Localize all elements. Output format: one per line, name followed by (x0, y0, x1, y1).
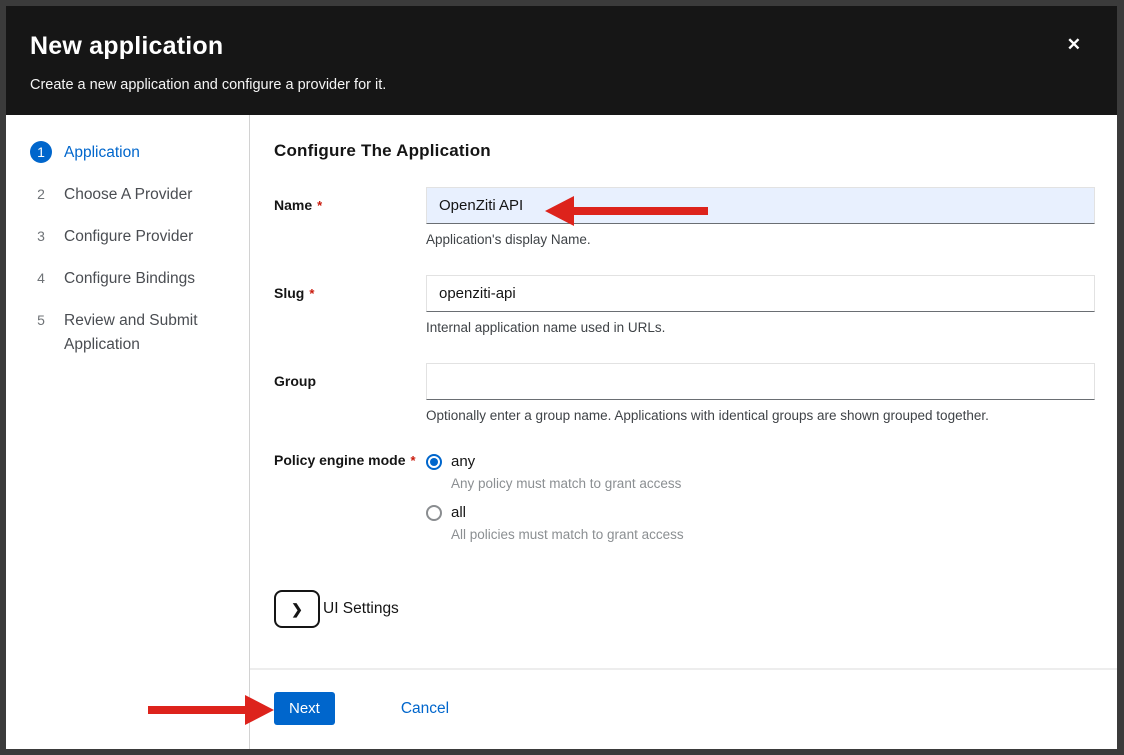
step-label: Review and Submit Application (64, 309, 226, 357)
policy-engine-mode-row: Policy engine mode* any Any policy must … (274, 451, 1095, 555)
slug-input[interactable] (426, 275, 1095, 312)
section-heading: Configure The Application (274, 141, 1095, 161)
next-button[interactable]: Next (274, 692, 335, 725)
radio-unchecked-icon[interactable] (426, 505, 442, 521)
close-button[interactable]: ✕ (1063, 32, 1085, 57)
policy-engine-mode-label: Policy engine mode* (274, 451, 426, 555)
name-field-row: Name* Application's display Name. (274, 187, 1095, 248)
name-helper-text: Application's display Name. (426, 232, 1095, 248)
step-number-badge: 4 (30, 267, 52, 289)
wizard-step-configure-provider[interactable]: 3 Configure Provider (30, 225, 249, 249)
slug-field-row: Slug* Internal application name used in … (274, 275, 1095, 336)
policy-mode-any-label: any (451, 453, 475, 470)
new-application-modal: New application Create a new application… (6, 6, 1117, 749)
step-label: Configure Provider (64, 225, 193, 249)
required-asterisk: * (317, 198, 322, 213)
slug-helper-text: Internal application name used in URLs. (426, 320, 1095, 336)
cancel-link[interactable]: Cancel (401, 692, 449, 718)
step-number-badge: 2 (30, 183, 52, 205)
group-input[interactable] (426, 363, 1095, 400)
wizard-step-application[interactable]: 1 Application (30, 141, 249, 165)
group-field-row: Group Optionally enter a group name. App… (274, 363, 1095, 424)
wizard-content-column: Configure The Application Name* Applicat… (250, 115, 1117, 749)
policy-mode-all-label: all (451, 504, 466, 521)
ui-settings-expandable: ❯ UI Settings (274, 590, 1095, 628)
policy-mode-all-helper: All policies must match to grant access (451, 526, 1095, 543)
close-icon: ✕ (1067, 35, 1081, 54)
wizard-step-choose-a-provider[interactable]: 2 Choose A Provider (30, 183, 249, 207)
ui-settings-label: UI Settings (323, 600, 399, 618)
slug-label: Slug* (274, 275, 426, 336)
group-helper-text: Optionally enter a group name. Applicati… (426, 408, 1095, 424)
policy-mode-any-option[interactable]: any (426, 453, 1095, 470)
modal-subtitle: Create a new application and configure a… (30, 77, 1081, 93)
chevron-right-icon: ❯ (291, 601, 303, 618)
step-number-badge: 1 (30, 141, 52, 163)
wizard-step-review-and-submit[interactable]: 5 Review and Submit Application (30, 309, 249, 357)
step-label: Configure Bindings (64, 267, 195, 291)
name-input[interactable] (426, 187, 1095, 224)
policy-mode-any-helper: Any policy must match to grant access (451, 475, 1095, 492)
modal-footer: Next Cancel (250, 668, 1117, 749)
step-label: Application (64, 141, 140, 165)
modal-title: New application (30, 32, 1081, 61)
ui-settings-toggle-button[interactable]: ❯ (274, 590, 320, 628)
radio-checked-icon[interactable] (426, 454, 442, 470)
step-number-badge: 5 (30, 309, 52, 331)
step-number-badge: 3 (30, 225, 52, 247)
policy-mode-all-option[interactable]: all (426, 504, 1095, 521)
group-label: Group (274, 363, 426, 424)
required-asterisk: * (309, 286, 314, 301)
required-asterisk: * (410, 453, 415, 468)
wizard-step-nav: 1 Application 2 Choose A Provider 3 Conf… (6, 115, 250, 749)
name-label: Name* (274, 187, 426, 248)
step-label: Choose A Provider (64, 183, 192, 207)
modal-header: New application Create a new application… (6, 6, 1117, 115)
wizard-step-configure-bindings[interactable]: 4 Configure Bindings (30, 267, 249, 291)
modal-body: 1 Application 2 Choose A Provider 3 Conf… (6, 115, 1117, 749)
form-content: Configure The Application Name* Applicat… (250, 115, 1117, 668)
